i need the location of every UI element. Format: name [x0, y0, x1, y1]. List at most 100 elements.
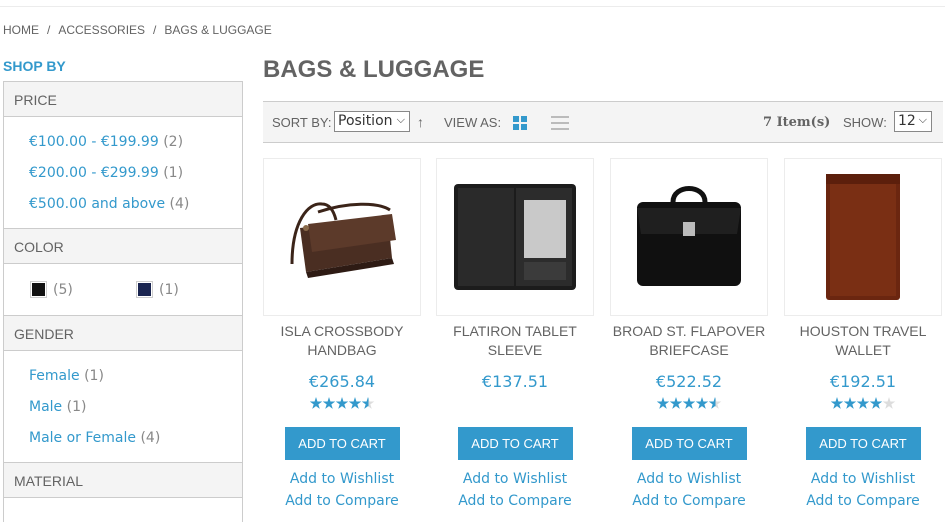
product-rating [263, 397, 421, 413]
rating-star-icon [335, 397, 349, 409]
breadcrumb-separator: / [153, 23, 157, 37]
add-to-compare-link[interactable]: Add to Compare [784, 493, 942, 509]
swatch-fill [138, 283, 151, 296]
breadcrumb-accessories[interactable]: ACCESSORIES [58, 23, 145, 37]
rating-star-icon [830, 397, 844, 409]
chevron-down-icon: ⌵ [918, 113, 927, 126]
layered-navigation: PRICE €100.00 - €199.99 (2) €200.00 - €2… [3, 81, 243, 522]
swatch-box [30, 281, 47, 298]
add-to-compare-link[interactable]: Add to Compare [610, 493, 768, 509]
rating-star-icon [856, 397, 870, 409]
filter-price-option[interactable]: €500.00 and above (4) [29, 189, 242, 220]
add-to-cart-button[interactable]: ADD TO CART [457, 427, 573, 460]
product-image[interactable] [263, 158, 421, 316]
product-name[interactable]: FLATIRON TABLET SLEEVE [436, 322, 594, 360]
add-to-wishlist-link[interactable]: Add to Wishlist [263, 471, 421, 487]
add-to-compare-link[interactable]: Add to Compare [263, 493, 421, 509]
filter-option-count: (1) [66, 399, 87, 415]
filter-color-title[interactable]: COLOR [3, 228, 243, 264]
filter-price-title[interactable]: PRICE [3, 81, 243, 117]
rating-star-icon [361, 397, 375, 409]
add-to-wishlist-link[interactable]: Add to Wishlist [610, 471, 768, 487]
filter-option-count: (4) [140, 430, 161, 446]
add-to-cart-button[interactable]: ADD TO CART [631, 427, 747, 460]
filter-price-option[interactable]: €100.00 - €199.99 (2) [29, 127, 242, 158]
product-price: €137.51 [481, 372, 549, 391]
product-rating [784, 397, 942, 413]
filter-material-options [3, 498, 243, 522]
view-as-label: VIEW AS: [444, 115, 502, 130]
add-to-cart-button[interactable]: ADD TO CART [805, 427, 921, 460]
brown-crossbody-bag-icon [290, 202, 396, 278]
rating-star-icon [695, 397, 709, 409]
product-rating [610, 397, 768, 413]
product-item: BROAD ST. FLAPOVER BRIEFCASE €522.52 ADD… [610, 158, 768, 509]
color-swatch-navy[interactable]: (1) [136, 281, 242, 298]
add-to-wishlist-link[interactable]: Add to Wishlist [436, 471, 594, 487]
filter-gender-option[interactable]: Female (1) [29, 361, 242, 392]
filter-option-label: €100.00 - €199.99 [29, 134, 159, 150]
category-toolbar: SORT BY: Position ⌵ ↑ VIEW AS: 7 Item(s)… [263, 101, 943, 143]
filter-price-options: €100.00 - €199.99 (2) €200.00 - €299.99 … [3, 117, 243, 228]
filter-option-label: Female [29, 368, 80, 384]
filter-color-swatches: (5) (1) [3, 264, 243, 315]
filter-gender-options: Female (1) Male (1) Male or Female (4) [3, 351, 243, 462]
product-image[interactable] [610, 158, 768, 316]
breadcrumb-home[interactable]: HOME [3, 23, 39, 37]
sort-by-label: SORT BY: [272, 115, 332, 130]
rating-star-icon [843, 397, 857, 409]
product-image[interactable] [436, 158, 594, 316]
sort-by-value: Position [338, 113, 393, 129]
filter-gender-title[interactable]: GENDER [3, 315, 243, 351]
rating-star-icon [656, 397, 670, 409]
rating-star-icon [309, 397, 323, 409]
rating-star-icon [882, 397, 896, 409]
filter-gender-option[interactable]: Male (1) [29, 392, 242, 423]
rating-star-icon [682, 397, 696, 409]
add-to-wishlist-link[interactable]: Add to Wishlist [784, 471, 942, 487]
filter-option-count: (4) [169, 196, 190, 212]
brown-wallet-icon [826, 174, 900, 300]
add-to-compare-link[interactable]: Add to Compare [436, 493, 594, 509]
filter-option-count: (1) [163, 165, 184, 181]
filter-gender-option[interactable]: Male or Female (4) [29, 423, 242, 454]
rating-star-icon [669, 397, 683, 409]
product-item: FLATIRON TABLET SLEEVE €137.51 ADD TO CA… [436, 158, 594, 509]
swatch-count: (5) [53, 281, 73, 298]
product-name[interactable]: BROAD ST. FLAPOVER BRIEFCASE [610, 322, 768, 360]
swatch-fill [32, 283, 45, 296]
filter-material-title[interactable]: MATERIAL [3, 462, 243, 498]
black-tablet-sleeve-icon [454, 184, 576, 290]
product-item: ISLA CROSSBODY HANDBAG €265.84 ADD TO CA… [263, 158, 421, 509]
product-price: €265.84 [308, 372, 376, 391]
show-label: SHOW: [843, 115, 887, 130]
sort-by-select[interactable]: Position ⌵ [334, 111, 410, 132]
page-title: BAGS & LUGGAGE [263, 56, 485, 83]
product-name[interactable]: HOUSTON TRAVEL WALLET [784, 322, 942, 360]
filter-price-option[interactable]: €200.00 - €299.99 (1) [29, 158, 242, 189]
product-image[interactable] [784, 158, 942, 316]
breadcrumb: HOME / ACCESSORIES / BAGS & LUGGAGE [3, 23, 272, 37]
filter-option-count: (2) [163, 134, 184, 150]
rating-star-icon [322, 397, 336, 409]
add-to-cart-button[interactable]: ADD TO CART [284, 427, 400, 460]
limiter-select[interactable]: 12 ⌵ [894, 111, 932, 132]
rating-star-icon [708, 397, 722, 409]
filter-option-count: (1) [84, 368, 104, 384]
black-briefcase-icon [637, 186, 741, 286]
sort-direction-arrow-icon[interactable]: ↑ [417, 114, 424, 130]
breadcrumb-current: BAGS & LUGGAGE [164, 23, 272, 37]
product-price: €192.51 [829, 372, 897, 391]
product-name[interactable]: ISLA CROSSBODY HANDBAG [263, 322, 421, 360]
swatch-count: (1) [159, 281, 179, 298]
rating-star-icon [348, 397, 362, 409]
grid-view-icon[interactable] [513, 116, 527, 130]
limiter-value: 12 [898, 113, 916, 129]
filter-option-label: Male or Female [29, 430, 137, 446]
product-rating [436, 397, 594, 413]
filter-option-label: €200.00 - €299.99 [29, 165, 159, 181]
color-swatch-black[interactable]: (5) [30, 281, 136, 298]
shop-by-heading: SHOP BY [3, 58, 66, 74]
breadcrumb-separator: / [47, 23, 51, 37]
list-view-icon[interactable] [551, 116, 569, 130]
